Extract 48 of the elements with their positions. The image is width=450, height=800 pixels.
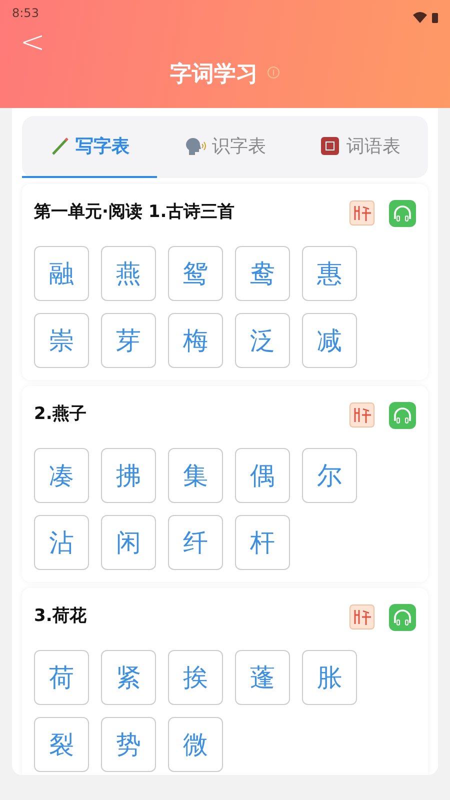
tab[interactable]: 写字表 [22,116,158,178]
headphones-icon[interactable] [389,402,416,428]
calligraphy-icon[interactable] [349,200,375,226]
battery-icon [432,12,438,24]
character-tile[interactable]: 梅 [168,313,223,368]
character-tile[interactable]: 沾 [34,515,89,570]
character-tile[interactable]: 微 [168,717,223,772]
character-tile[interactable]: 燕 [101,246,156,301]
character-tile[interactable]: 鸯 [235,246,290,301]
character-tile[interactable]: 尔 [302,448,357,503]
wifi-icon [412,12,427,24]
character-tile[interactable]: 芽 [101,313,156,368]
calligraphy-icon[interactable] [349,402,375,428]
page-title: 字词学习 [170,62,258,87]
back-button[interactable]: < [20,28,46,58]
character-tile[interactable]: 荷 [34,650,89,705]
lesson-title: 2.燕子 [34,403,88,426]
character-tile[interactable]: 紧 [101,650,156,705]
calligraphy-icon[interactable] [349,604,375,630]
character-tile[interactable]: 惠 [302,246,357,301]
character-tile[interactable]: 减 [302,313,357,368]
tab[interactable]: 识字表 [157,116,293,178]
tab[interactable]: 词语表 [292,116,428,178]
character-tile[interactable]: 蓬 [235,650,290,705]
character-tile[interactable]: 融 [34,246,89,301]
pencil-icon [50,136,70,156]
headphones-icon[interactable] [389,200,416,226]
headphones-icon[interactable] [389,604,416,630]
character-tile[interactable]: 鸳 [168,246,223,301]
character-tile[interactable]: 偶 [235,448,290,503]
lesson-title: 3.荷花 [34,605,88,628]
character-tile[interactable]: 杆 [235,515,290,570]
character-tile[interactable]: 崇 [34,313,89,368]
character-tile[interactable]: 凑 [34,448,89,503]
character-tile[interactable]: 势 [101,717,156,772]
character-tile[interactable]: 胀 [302,650,357,705]
book-icon [320,136,340,156]
speaking-head-icon [184,136,206,156]
character-tile[interactable]: 纤 [168,515,223,570]
status-time: 8:53 [11,5,39,22]
character-tile[interactable]: 裂 [34,717,89,772]
character-tile[interactable]: 挨 [168,650,223,705]
character-tile[interactable]: 集 [168,448,223,503]
lesson-title: 第一单元·阅读 1.古诗三首 [34,201,236,224]
info-icon[interactable] [267,66,280,79]
character-tile[interactable]: 泛 [235,313,290,368]
character-tile[interactable]: 拂 [101,448,156,503]
character-tile[interactable]: 闲 [101,515,156,570]
